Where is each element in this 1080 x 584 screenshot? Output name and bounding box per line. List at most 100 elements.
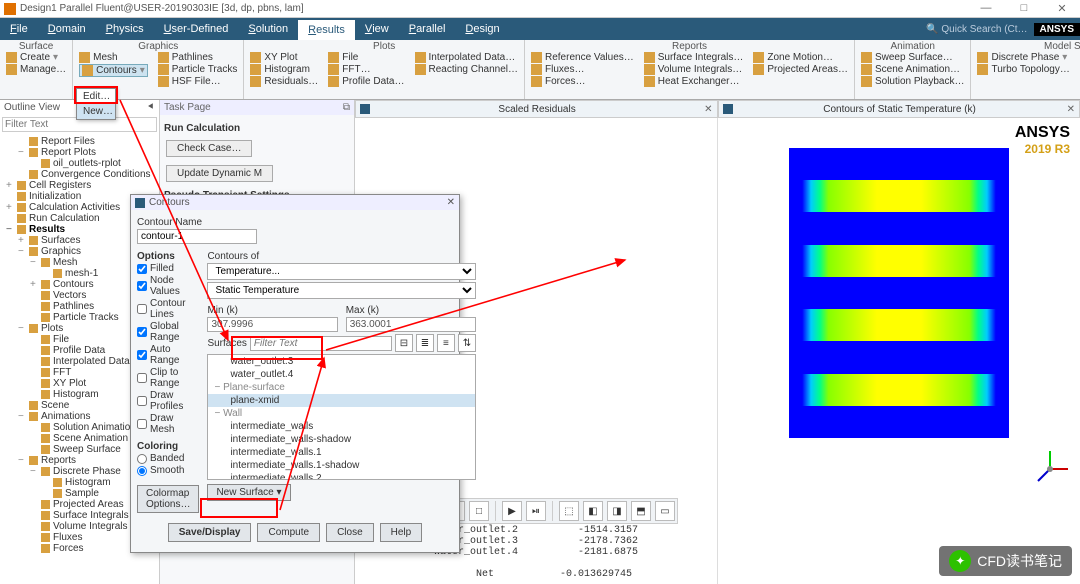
menu-new[interactable]: New…	[77, 104, 115, 119]
ribbon-sweep-surface-[interactable]: Sweep Surface…	[861, 52, 965, 63]
surf-invert-icon[interactable]: ⇅	[458, 334, 476, 352]
ribbon-scene-animation-[interactable]: Scene Animation…	[861, 64, 965, 75]
ribbon-xy-plot[interactable]: XY Plot	[250, 52, 318, 63]
ribbon-heat-exchanger-[interactable]: Heat Exchanger…	[644, 76, 744, 87]
view-tool-8[interactable]: ◨	[607, 501, 627, 521]
variable-category-select[interactable]: Temperature...	[207, 263, 475, 280]
close-button[interactable]: Close	[326, 523, 374, 542]
quick-search[interactable]: 🔍 Quick Search (Ct…	[926, 24, 1027, 35]
ribbon-discrete-phase[interactable]: Discrete Phase ▾	[977, 52, 1069, 63]
ribbon-histogram[interactable]: Histogram	[250, 64, 318, 75]
opt-global-range[interactable]: Global Range	[137, 321, 199, 343]
ribbon-volume-integrals-[interactable]: Volume Integrals…	[644, 64, 744, 75]
tree-report-files[interactable]: Report Files	[2, 136, 157, 147]
opt-contour-lines[interactable]: Contour Lines	[137, 298, 199, 320]
tree-report-plots[interactable]: −Report Plots	[2, 147, 157, 158]
ribbon-residuals-[interactable]: Residuals…	[250, 76, 318, 87]
ribbon-fft-[interactable]: FFT…	[328, 64, 404, 75]
maximize-button[interactable]: □	[1010, 2, 1038, 15]
menu-physics[interactable]: Physics	[96, 18, 154, 40]
menu-domain[interactable]: Domain	[38, 18, 96, 40]
minimize-button[interactable]: —	[972, 2, 1000, 15]
opt-draw-mesh[interactable]: Draw Mesh	[137, 413, 199, 435]
ribbon-file[interactable]: File	[328, 52, 404, 63]
tree-oil-outlets-rplot[interactable]: oil_outlets-rplot	[2, 158, 157, 169]
ribbon-manage-[interactable]: Manage…	[6, 64, 66, 75]
ribbon-projected-areas-[interactable]: Projected Areas…	[753, 64, 848, 75]
view-tool-4[interactable]: ▶	[502, 501, 522, 521]
tree-convergence-conditions[interactable]: Convergence Conditions	[2, 169, 157, 180]
tab-contours[interactable]: Contours of Static Temperature (k) ✕	[718, 100, 1080, 118]
ribbon-pathlines[interactable]: Pathlines	[158, 52, 238, 63]
menu-parallel[interactable]: Parallel	[399, 18, 456, 40]
surface-wall[interactable]: − Wall	[208, 407, 474, 420]
update-dynamic-button[interactable]: Update Dynamic M	[166, 165, 273, 182]
menu-file[interactable]: File	[0, 18, 38, 40]
opt-clip-to-range[interactable]: Clip to Range	[137, 367, 199, 389]
surfaces-filter-input[interactable]	[250, 336, 392, 351]
surf-deselect-icon[interactable]: ≡	[437, 334, 455, 352]
outline-collapse-icon[interactable]: ⯇	[147, 102, 155, 113]
surface-intermediate-walls-1-shadow[interactable]: intermediate_walls.1-shadow	[208, 459, 474, 472]
variable-select[interactable]: Static Temperature	[207, 282, 475, 299]
ribbon-turbo-topology-[interactable]: Turbo Topology…	[977, 64, 1069, 75]
menu-results[interactable]: Results	[298, 18, 355, 40]
ribbon-contours[interactable]: Contours ▾	[79, 64, 148, 77]
menu-edit[interactable]: Edit…	[77, 89, 115, 104]
view-tool-7[interactable]: ◧	[583, 501, 603, 521]
compute-button[interactable]: Compute	[257, 523, 320, 542]
menu-design[interactable]: Design	[455, 18, 509, 40]
colormap-options-button[interactable]: Colormap Options…	[137, 485, 199, 513]
surface-intermediate-walls-1[interactable]: intermediate_walls.1	[208, 446, 474, 459]
opt-filled[interactable]: Filled	[137, 263, 199, 274]
tree-cell-registers[interactable]: +Cell Registers	[2, 180, 157, 191]
ribbon-fluxes-[interactable]: Fluxes…	[531, 64, 634, 75]
ribbon-forces-[interactable]: Forces…	[531, 76, 634, 87]
taskpage-detach-icon[interactable]: ⧉	[343, 102, 350, 113]
opt-auto-range[interactable]: Auto Range	[137, 344, 199, 366]
view-tool-6[interactable]: ⬚	[559, 501, 579, 521]
surface-plane-xmid[interactable]: plane-xmid	[208, 394, 474, 407]
opt-node-values[interactable]: Node Values	[137, 275, 199, 297]
ribbon-profile-data-[interactable]: Profile Data…	[328, 76, 404, 87]
ribbon-solution-playback-[interactable]: Solution Playback…	[861, 76, 965, 87]
coloring-smooth[interactable]: Smooth	[137, 465, 199, 476]
ribbon-reacting-channel-[interactable]: Reacting Channel…	[415, 64, 519, 75]
ribbon-interpolated-data-[interactable]: Interpolated Data…	[415, 52, 519, 63]
view-tool-10[interactable]: ▭	[655, 501, 675, 521]
surface-water-outlet-4[interactable]: water_outlet.4	[208, 368, 474, 381]
help-button[interactable]: Help	[380, 523, 423, 542]
menu-solution[interactable]: Solution	[238, 18, 298, 40]
ribbon-hsf-file-[interactable]: HSF File…	[158, 76, 238, 87]
opt-draw-profiles[interactable]: Draw Profiles	[137, 390, 199, 412]
surface-intermediate-walls-2[interactable]: intermediate_walls.2	[208, 472, 474, 480]
save-display-button[interactable]: Save/Display	[168, 523, 252, 542]
view-tool-5[interactable]: ⏯	[526, 501, 546, 521]
ribbon-zone-motion-[interactable]: Zone Motion…	[753, 52, 848, 63]
surface-plane-surface[interactable]: − Plane-surface	[208, 381, 474, 394]
view-tool-9[interactable]: ⬒	[631, 501, 651, 521]
surf-select-all-icon[interactable]: ≣	[416, 334, 434, 352]
surface-intermediate-walls-shadow[interactable]: intermediate_walls-shadow	[208, 433, 474, 446]
orientation-triad[interactable]	[1030, 449, 1070, 494]
ribbon-reference-values-[interactable]: Reference Values…	[531, 52, 634, 63]
tab-close-icon[interactable]: ✕	[704, 104, 712, 115]
ribbon-particle-tracks[interactable]: Particle Tracks	[158, 64, 238, 75]
ribbon-surface-integrals-[interactable]: Surface Integrals…	[644, 52, 744, 63]
new-surface-button[interactable]: New Surface ▾	[207, 484, 290, 501]
ribbon-mesh[interactable]: Mesh	[79, 52, 148, 63]
tab-scaled-residuals[interactable]: Scaled Residuals ✕	[355, 100, 718, 118]
ribbon-create[interactable]: Create ▾	[6, 52, 66, 63]
ribbon-group-title: Animation	[861, 41, 965, 52]
dialog-close-icon[interactable]: ✕	[447, 197, 455, 208]
coloring-banded[interactable]: Banded	[137, 453, 199, 464]
check-case-button[interactable]: Check Case…	[166, 140, 252, 157]
menu-view[interactable]: View	[355, 18, 399, 40]
tab-close-icon[interactable]: ✕	[1067, 104, 1075, 115]
surface-intermediate-walls[interactable]: intermediate_walls	[208, 420, 474, 433]
surf-toggle-tree-icon[interactable]: ⊟	[395, 334, 413, 352]
contour-name-input[interactable]	[137, 229, 257, 244]
surface-water-outlet-3[interactable]: water_outlet.3	[208, 355, 474, 368]
menu-user-defined[interactable]: User-Defined	[154, 18, 239, 40]
close-button[interactable]: ✕	[1048, 2, 1076, 15]
